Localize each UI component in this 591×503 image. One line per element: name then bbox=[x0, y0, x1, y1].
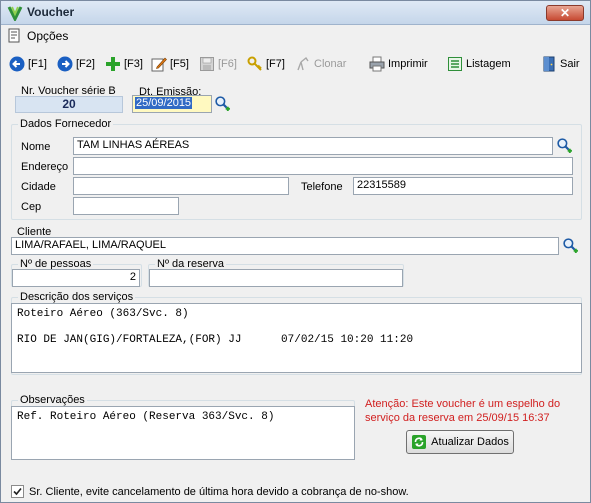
emissao-field[interactable]: 25/09/2015 bbox=[132, 95, 212, 113]
refresh-icon bbox=[412, 435, 427, 449]
atualizar-label: Atualizar Dados bbox=[431, 436, 509, 448]
pessoas-input[interactable]: 2 bbox=[12, 269, 140, 287]
servicos-textarea[interactable]: Roteiro Aéreo (363/Svc. 8) RIO DE JAN(GIG… bbox=[11, 303, 582, 373]
options-icon bbox=[8, 28, 20, 43]
f3-label: [F3] bbox=[124, 58, 143, 70]
close-button[interactable]: ✕ bbox=[546, 5, 584, 21]
save-disk-icon bbox=[200, 57, 214, 71]
observacoes-legend: Observações bbox=[18, 394, 87, 406]
observacoes-textarea[interactable]: Ref. Roteiro Aéreo (Reserva 363/Svc. 8) bbox=[11, 406, 355, 460]
f2-label: [F2] bbox=[76, 58, 95, 70]
listagem-label: Listagem bbox=[466, 58, 511, 70]
voucher-window: Voucher ✕ Opções [F1] [F2] [F3] [F5] [F6… bbox=[0, 0, 591, 503]
clonar-label: Clonar bbox=[314, 58, 347, 70]
forward-arrow-icon bbox=[57, 56, 73, 72]
f6-label: [F6] bbox=[218, 58, 237, 70]
list-icon bbox=[448, 57, 462, 71]
window-title: Voucher bbox=[27, 5, 75, 19]
voucher-number-value: 20 bbox=[15, 96, 123, 113]
imprimir-button[interactable]: Imprimir bbox=[369, 55, 428, 73]
cidade-label: Cidade bbox=[21, 181, 56, 193]
atencao-line-2: serviço da reserva em 25/09/15 16:37 bbox=[365, 412, 550, 424]
f6-button[interactable]: [F6] bbox=[199, 55, 237, 73]
sair-label: Sair bbox=[560, 58, 580, 70]
endereco-input[interactable] bbox=[73, 157, 573, 175]
servicos-legend: Descrição dos serviços bbox=[18, 291, 136, 303]
servicos-line-1: Roteiro Aéreo (363/Svc. 8) bbox=[17, 308, 189, 320]
toolbar: [F1] [F2] [F3] [F5] [F6] [F7] Clonar Imp… bbox=[1, 51, 590, 77]
telefone-input[interactable]: 22315589 bbox=[353, 177, 573, 195]
reserva-input[interactable] bbox=[149, 269, 403, 287]
emissao-value: 25/09/2015 bbox=[135, 97, 193, 109]
telefone-label: Telefone bbox=[301, 181, 343, 193]
f7-label: [F7] bbox=[266, 58, 285, 70]
search-plus-icon[interactable] bbox=[556, 137, 573, 154]
nome-input[interactable]: TAM LINHAS AÉREAS bbox=[73, 137, 553, 155]
check-icon bbox=[13, 487, 22, 496]
cidade-input[interactable] bbox=[73, 177, 289, 195]
key-icon bbox=[247, 56, 262, 71]
atencao-line-1: Atenção: Este voucher é um espelho do bbox=[365, 398, 561, 410]
menu-bar: Opções bbox=[1, 25, 590, 47]
menu-options[interactable]: Opções bbox=[7, 28, 68, 44]
menu-options-label: Opções bbox=[27, 29, 69, 43]
f5-label: [F5] bbox=[170, 58, 189, 70]
f7-button[interactable]: [F7] bbox=[247, 55, 285, 73]
nome-label: Nome bbox=[21, 141, 51, 153]
add-icon bbox=[106, 57, 120, 71]
clone-icon bbox=[297, 56, 309, 71]
cep-input[interactable] bbox=[73, 197, 179, 215]
observacoes-value: Ref. Roteiro Aéreo (Reserva 363/Svc. 8) bbox=[17, 411, 275, 423]
atencao-warning: Atenção: Este voucher é um espelho do se… bbox=[365, 397, 560, 425]
atualizar-dados-button[interactable]: Atualizar Dados bbox=[406, 430, 514, 454]
f5-button[interactable]: [F5] bbox=[151, 55, 189, 73]
cep-label: Cep bbox=[21, 201, 42, 213]
title-bar: Voucher ✕ bbox=[1, 1, 590, 25]
cliente-input[interactable]: LIMA/RAFAEL, LIMA/RAQUEL bbox=[11, 237, 559, 255]
search-plus-icon[interactable] bbox=[562, 237, 579, 254]
noshow-checkbox[interactable] bbox=[11, 485, 24, 498]
exit-door-icon bbox=[543, 56, 555, 72]
clonar-button[interactable]: Clonar bbox=[295, 55, 346, 73]
back-arrow-icon bbox=[9, 56, 25, 72]
noshow-label: Sr. Cliente, evite cancelamento de últim… bbox=[29, 486, 409, 498]
endereco-label: Endereço bbox=[21, 161, 69, 173]
f3-button[interactable]: [F3] bbox=[105, 55, 143, 73]
f1-button[interactable]: [F1] bbox=[9, 55, 47, 73]
edit-icon bbox=[151, 57, 167, 72]
servicos-line-2: RIO DE JAN(GIG)/FORTALEZA,(FOR) JJ 07/02… bbox=[17, 334, 414, 346]
listagem-button[interactable]: Listagem bbox=[447, 55, 511, 73]
f2-button[interactable]: [F2] bbox=[57, 55, 95, 73]
fornecedor-legend: Dados Fornecedor bbox=[18, 118, 114, 130]
sair-button[interactable]: Sair bbox=[541, 55, 580, 73]
app-icon bbox=[7, 6, 23, 21]
search-plus-icon[interactable] bbox=[214, 95, 231, 112]
printer-icon bbox=[369, 56, 385, 72]
imprimir-label: Imprimir bbox=[388, 58, 428, 70]
f1-label: [F1] bbox=[28, 58, 47, 70]
